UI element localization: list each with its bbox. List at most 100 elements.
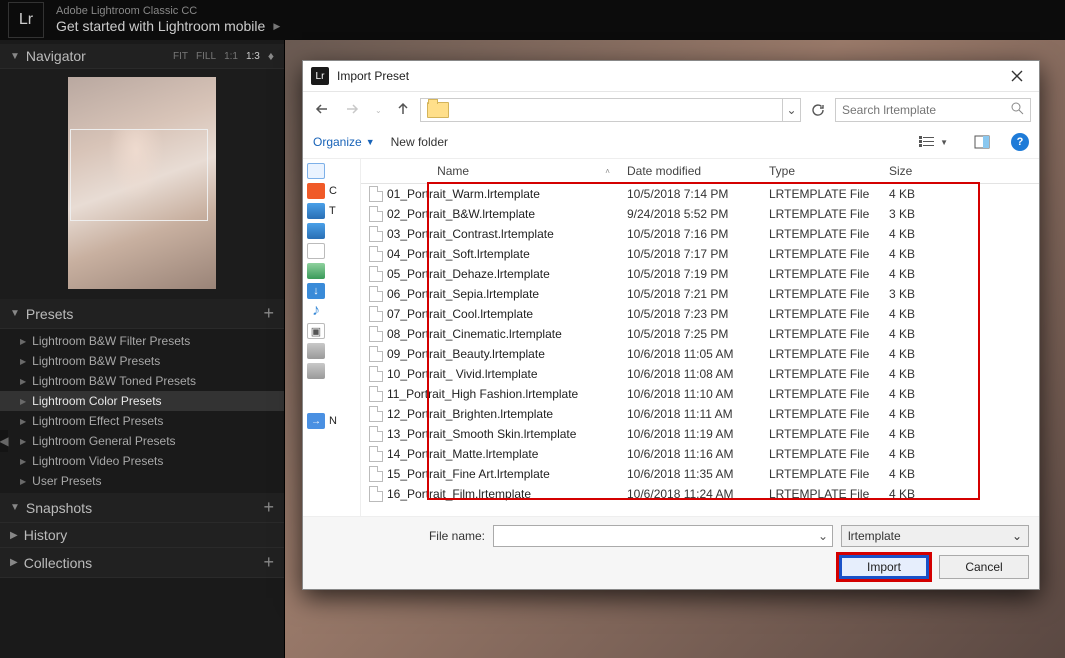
file-date: 10/6/2018 11:24 AM: [619, 485, 761, 503]
place-desktop[interactable]: [307, 223, 356, 239]
cancel-button[interactable]: Cancel: [939, 555, 1029, 579]
presets-header[interactable]: ▼ Presets +: [0, 299, 284, 329]
up-button[interactable]: [392, 100, 414, 121]
app-title[interactable]: Get started with Lightroom mobile: [56, 18, 265, 35]
plus-icon[interactable]: +: [263, 497, 274, 518]
path-dropdown[interactable]: ⌄: [782, 99, 800, 121]
import-button[interactable]: Import: [839, 555, 929, 579]
back-button[interactable]: [311, 100, 335, 121]
file-row[interactable]: 11_Portrait_High Fashion.lrtemplate10/6/…: [361, 384, 1035, 404]
col-date[interactable]: Date modified: [619, 159, 761, 183]
preview-pane-button[interactable]: [969, 132, 995, 152]
place-documents[interactable]: [307, 243, 356, 259]
preset-item[interactable]: ▶Lightroom Video Presets: [0, 451, 284, 471]
file-row[interactable]: 03_Portrait_Contrast.lrtemplate10/5/2018…: [361, 224, 1035, 244]
place-pictures[interactable]: [307, 263, 356, 279]
file-date: 10/6/2018 11:35 AM: [619, 465, 761, 483]
file-row[interactable]: 15_Portrait_Fine Art.lrtemplate10/6/2018…: [361, 464, 1035, 484]
col-type[interactable]: Type: [761, 159, 881, 183]
col-size[interactable]: Size: [881, 159, 951, 183]
address-bar[interactable]: ⌄: [420, 98, 801, 122]
left-panel: ▼ Navigator FIT FILL 1:1 1:3 ♦ ▼ Presets…: [0, 40, 285, 658]
file-row[interactable]: 08_Portrait_Cinematic.lrtemplate10/5/201…: [361, 324, 1035, 344]
file-name: 03_Portrait_Contrast.lrtemplate: [387, 227, 554, 241]
search-input[interactable]: [842, 103, 1007, 117]
nav-fill[interactable]: FILL: [196, 51, 216, 62]
place-quick[interactable]: [307, 163, 356, 179]
forward-button[interactable]: [341, 100, 365, 121]
file-icon: [369, 386, 383, 402]
nav-zoom[interactable]: 1:3: [246, 51, 260, 62]
file-type-filter[interactable]: lrtemplate ⌄: [841, 525, 1029, 547]
file-type: LRTEMPLATE File: [761, 265, 881, 283]
nav-fit[interactable]: FIT: [173, 51, 188, 62]
place-videos[interactable]: ▣: [307, 323, 356, 339]
preset-item[interactable]: ▶Lightroom General Presets: [0, 431, 284, 451]
file-row[interactable]: 09_Portrait_Beauty.lrtemplate10/6/2018 1…: [361, 344, 1035, 364]
place-network[interactable]: →N: [307, 413, 356, 429]
nav-1to1[interactable]: 1:1: [224, 51, 238, 62]
place-music[interactable]: ♪: [307, 303, 356, 319]
search-field[interactable]: [835, 98, 1031, 122]
preset-item[interactable]: ▶User Presets: [0, 471, 284, 491]
collections-header[interactable]: ▶ Collections +: [0, 548, 284, 578]
file-type: LRTEMPLATE File: [761, 305, 881, 323]
file-type: LRTEMPLATE File: [761, 405, 881, 423]
file-icon: [369, 226, 383, 242]
file-row[interactable]: 14_Portrait_Matte.lrtemplate10/6/2018 11…: [361, 444, 1035, 464]
col-name[interactable]: Name˄: [361, 159, 619, 183]
file-name: 07_Portrait_Cool.lrtemplate: [387, 307, 533, 321]
place-drive2[interactable]: [307, 363, 356, 379]
snapshots-header[interactable]: ▼ Snapshots +: [0, 493, 284, 523]
navigator-header[interactable]: ▼ Navigator FIT FILL 1:1 1:3 ♦: [0, 44, 284, 69]
place-creative[interactable]: C: [307, 183, 356, 199]
preset-item[interactable]: ▶Lightroom B&W Toned Presets: [0, 371, 284, 391]
file-icon: [369, 426, 383, 442]
refresh-button[interactable]: [807, 99, 829, 121]
recent-button[interactable]: ⌄: [371, 104, 386, 117]
preset-item[interactable]: ▶Lightroom Effect Presets: [0, 411, 284, 431]
file-row[interactable]: 07_Portrait_Cool.lrtemplate10/5/2018 7:2…: [361, 304, 1035, 324]
chevron-updown-icon[interactable]: ♦: [268, 49, 274, 63]
file-row[interactable]: 12_Portrait_Brighten.lrtemplate10/6/2018…: [361, 404, 1035, 424]
help-button[interactable]: ?: [1011, 133, 1029, 151]
folder-icon: [427, 102, 449, 118]
preset-item[interactable]: ▶ Lightroom Color Presets: [0, 391, 284, 411]
preset-label: Lightroom Color Presets: [32, 394, 161, 408]
file-icon: [369, 206, 383, 222]
column-headers[interactable]: Name˄ Date modified Type Size: [361, 159, 1039, 184]
place-downloads[interactable]: ↓: [307, 283, 356, 299]
file-row[interactable]: 05_Portrait_Dehaze.lrtemplate10/5/2018 7…: [361, 264, 1035, 284]
file-row[interactable]: 04_Portrait_Soft.lrtemplate10/5/2018 7:1…: [361, 244, 1035, 264]
file-row[interactable]: 13_Portrait_Smooth Skin.lrtemplate10/6/2…: [361, 424, 1035, 444]
file-type: LRTEMPLATE File: [761, 345, 881, 363]
file-row[interactable]: 16_Portrait_Film.lrtemplate10/6/2018 11:…: [361, 484, 1035, 504]
plus-icon[interactable]: +: [263, 303, 274, 324]
place-thispc[interactable]: T: [307, 203, 356, 219]
close-button[interactable]: [1003, 67, 1031, 85]
file-row[interactable]: 02_Portrait_B&W.lrtemplate9/24/2018 5:52…: [361, 204, 1035, 224]
preset-item[interactable]: ▶Lightroom B&W Filter Presets: [0, 331, 284, 351]
triangle-right-icon: ▶: [20, 437, 26, 446]
panel-collapse-left[interactable]: ◀: [0, 430, 8, 452]
triangle-right-icon: ▶: [20, 357, 26, 366]
triangle-right-icon: ▶: [20, 397, 26, 406]
file-date: 10/6/2018 11:11 AM: [619, 405, 761, 423]
plus-icon[interactable]: +: [263, 552, 274, 573]
organize-button[interactable]: Organize ▼: [313, 135, 375, 149]
new-folder-button[interactable]: New folder: [391, 135, 448, 149]
presets-title: Presets: [26, 306, 73, 322]
history-header[interactable]: ▶ History: [0, 523, 284, 548]
file-size: 4 KB: [881, 425, 951, 443]
file-row[interactable]: 06_Portrait_Sepia.lrtemplate10/5/2018 7:…: [361, 284, 1035, 304]
filename-input[interactable]: ⌄: [493, 525, 833, 547]
file-row[interactable]: 10_Portrait_ Vivid.lrtemplate10/6/2018 1…: [361, 364, 1035, 384]
navigator-preview[interactable]: [0, 69, 284, 299]
view-mode-button[interactable]: ▼: [913, 132, 953, 152]
crop-overlay[interactable]: [70, 129, 208, 221]
file-row[interactable]: 01_Portrait_Warm.lrtemplate10/5/2018 7:1…: [361, 184, 1035, 204]
preset-item[interactable]: ▶Lightroom B&W Presets: [0, 351, 284, 371]
triangle-right-icon[interactable]: ▶: [273, 21, 280, 32]
chevron-down-icon[interactable]: ⌄: [814, 526, 832, 546]
place-drive[interactable]: [307, 343, 356, 359]
